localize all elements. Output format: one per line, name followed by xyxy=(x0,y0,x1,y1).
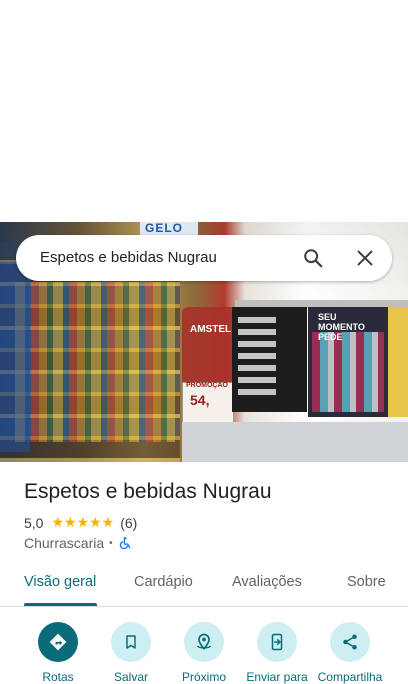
review-count[interactable]: (6) xyxy=(120,515,137,531)
place-category: Churrascaria xyxy=(24,535,105,551)
search-bar[interactable]: Espetos e bebidas Nugrau xyxy=(16,235,392,281)
tab-overview[interactable]: Visão geral xyxy=(24,574,96,590)
nearby-label: Próximo xyxy=(181,670,226,684)
bookmark-icon[interactable] xyxy=(111,622,151,662)
action-bar: Rotas Salvar Próximo Enviar para Compart… xyxy=(0,616,408,684)
rating-row[interactable]: 5,0 ★★★★★ (6) xyxy=(24,514,137,531)
separator-dot: • xyxy=(109,537,113,549)
photo-promo-price: 54, xyxy=(190,392,210,408)
photo-floor xyxy=(182,422,408,462)
photo-beer-text: AMSTEL xyxy=(190,324,232,335)
search-icon[interactable] xyxy=(302,247,324,269)
place-title: Espetos e bebidas Nugrau xyxy=(24,480,272,503)
send-to-phone-label: Enviar para xyxy=(246,670,308,684)
tab-bar: Visão geral Cardápio Avaliações Sobre xyxy=(0,566,408,607)
directions-label: Rotas xyxy=(42,670,74,684)
tab-reviews[interactable]: Avaliações xyxy=(232,574,302,590)
share-button[interactable]: Compartilha xyxy=(310,622,390,684)
directions-icon[interactable] xyxy=(38,622,78,662)
photo-poster-text: SEU MOMENTO PEDE xyxy=(318,312,365,342)
photo-products xyxy=(15,282,175,442)
send-to-phone-icon[interactable] xyxy=(257,622,297,662)
share-icon[interactable] xyxy=(330,622,370,662)
photo-poster-products xyxy=(312,332,384,412)
active-tab-indicator xyxy=(24,603,97,606)
category-row: Churrascaria • xyxy=(24,535,132,551)
wheelchair-accessible-icon xyxy=(118,536,132,550)
photo-promo-label: PROMOÇÃO xyxy=(186,382,228,389)
tab-about[interactable]: Sobre xyxy=(347,574,386,590)
photo-fridge xyxy=(0,262,30,452)
nearby-icon[interactable] xyxy=(184,622,224,662)
save-label: Salvar xyxy=(113,670,148,684)
nearby-button[interactable]: Próximo xyxy=(164,622,244,684)
share-label: Compartilha xyxy=(317,670,383,684)
photo-yellow-sign xyxy=(388,307,408,417)
search-query[interactable]: Espetos e bebidas Nugrau xyxy=(40,249,217,266)
close-icon[interactable] xyxy=(354,247,376,269)
photo-beer-banner xyxy=(182,307,237,387)
rating-stars: ★★★★★ xyxy=(51,514,115,530)
photo-sign-text: GELO xyxy=(145,222,184,235)
send-to-phone-button[interactable]: Enviar para xyxy=(237,622,317,684)
directions-button[interactable]: Rotas xyxy=(18,622,98,684)
save-button[interactable]: Salvar xyxy=(91,622,171,684)
tab-menu[interactable]: Cardápio xyxy=(134,574,193,590)
photo-menu-lines xyxy=(238,317,276,395)
rating-value: 5,0 xyxy=(24,514,44,531)
